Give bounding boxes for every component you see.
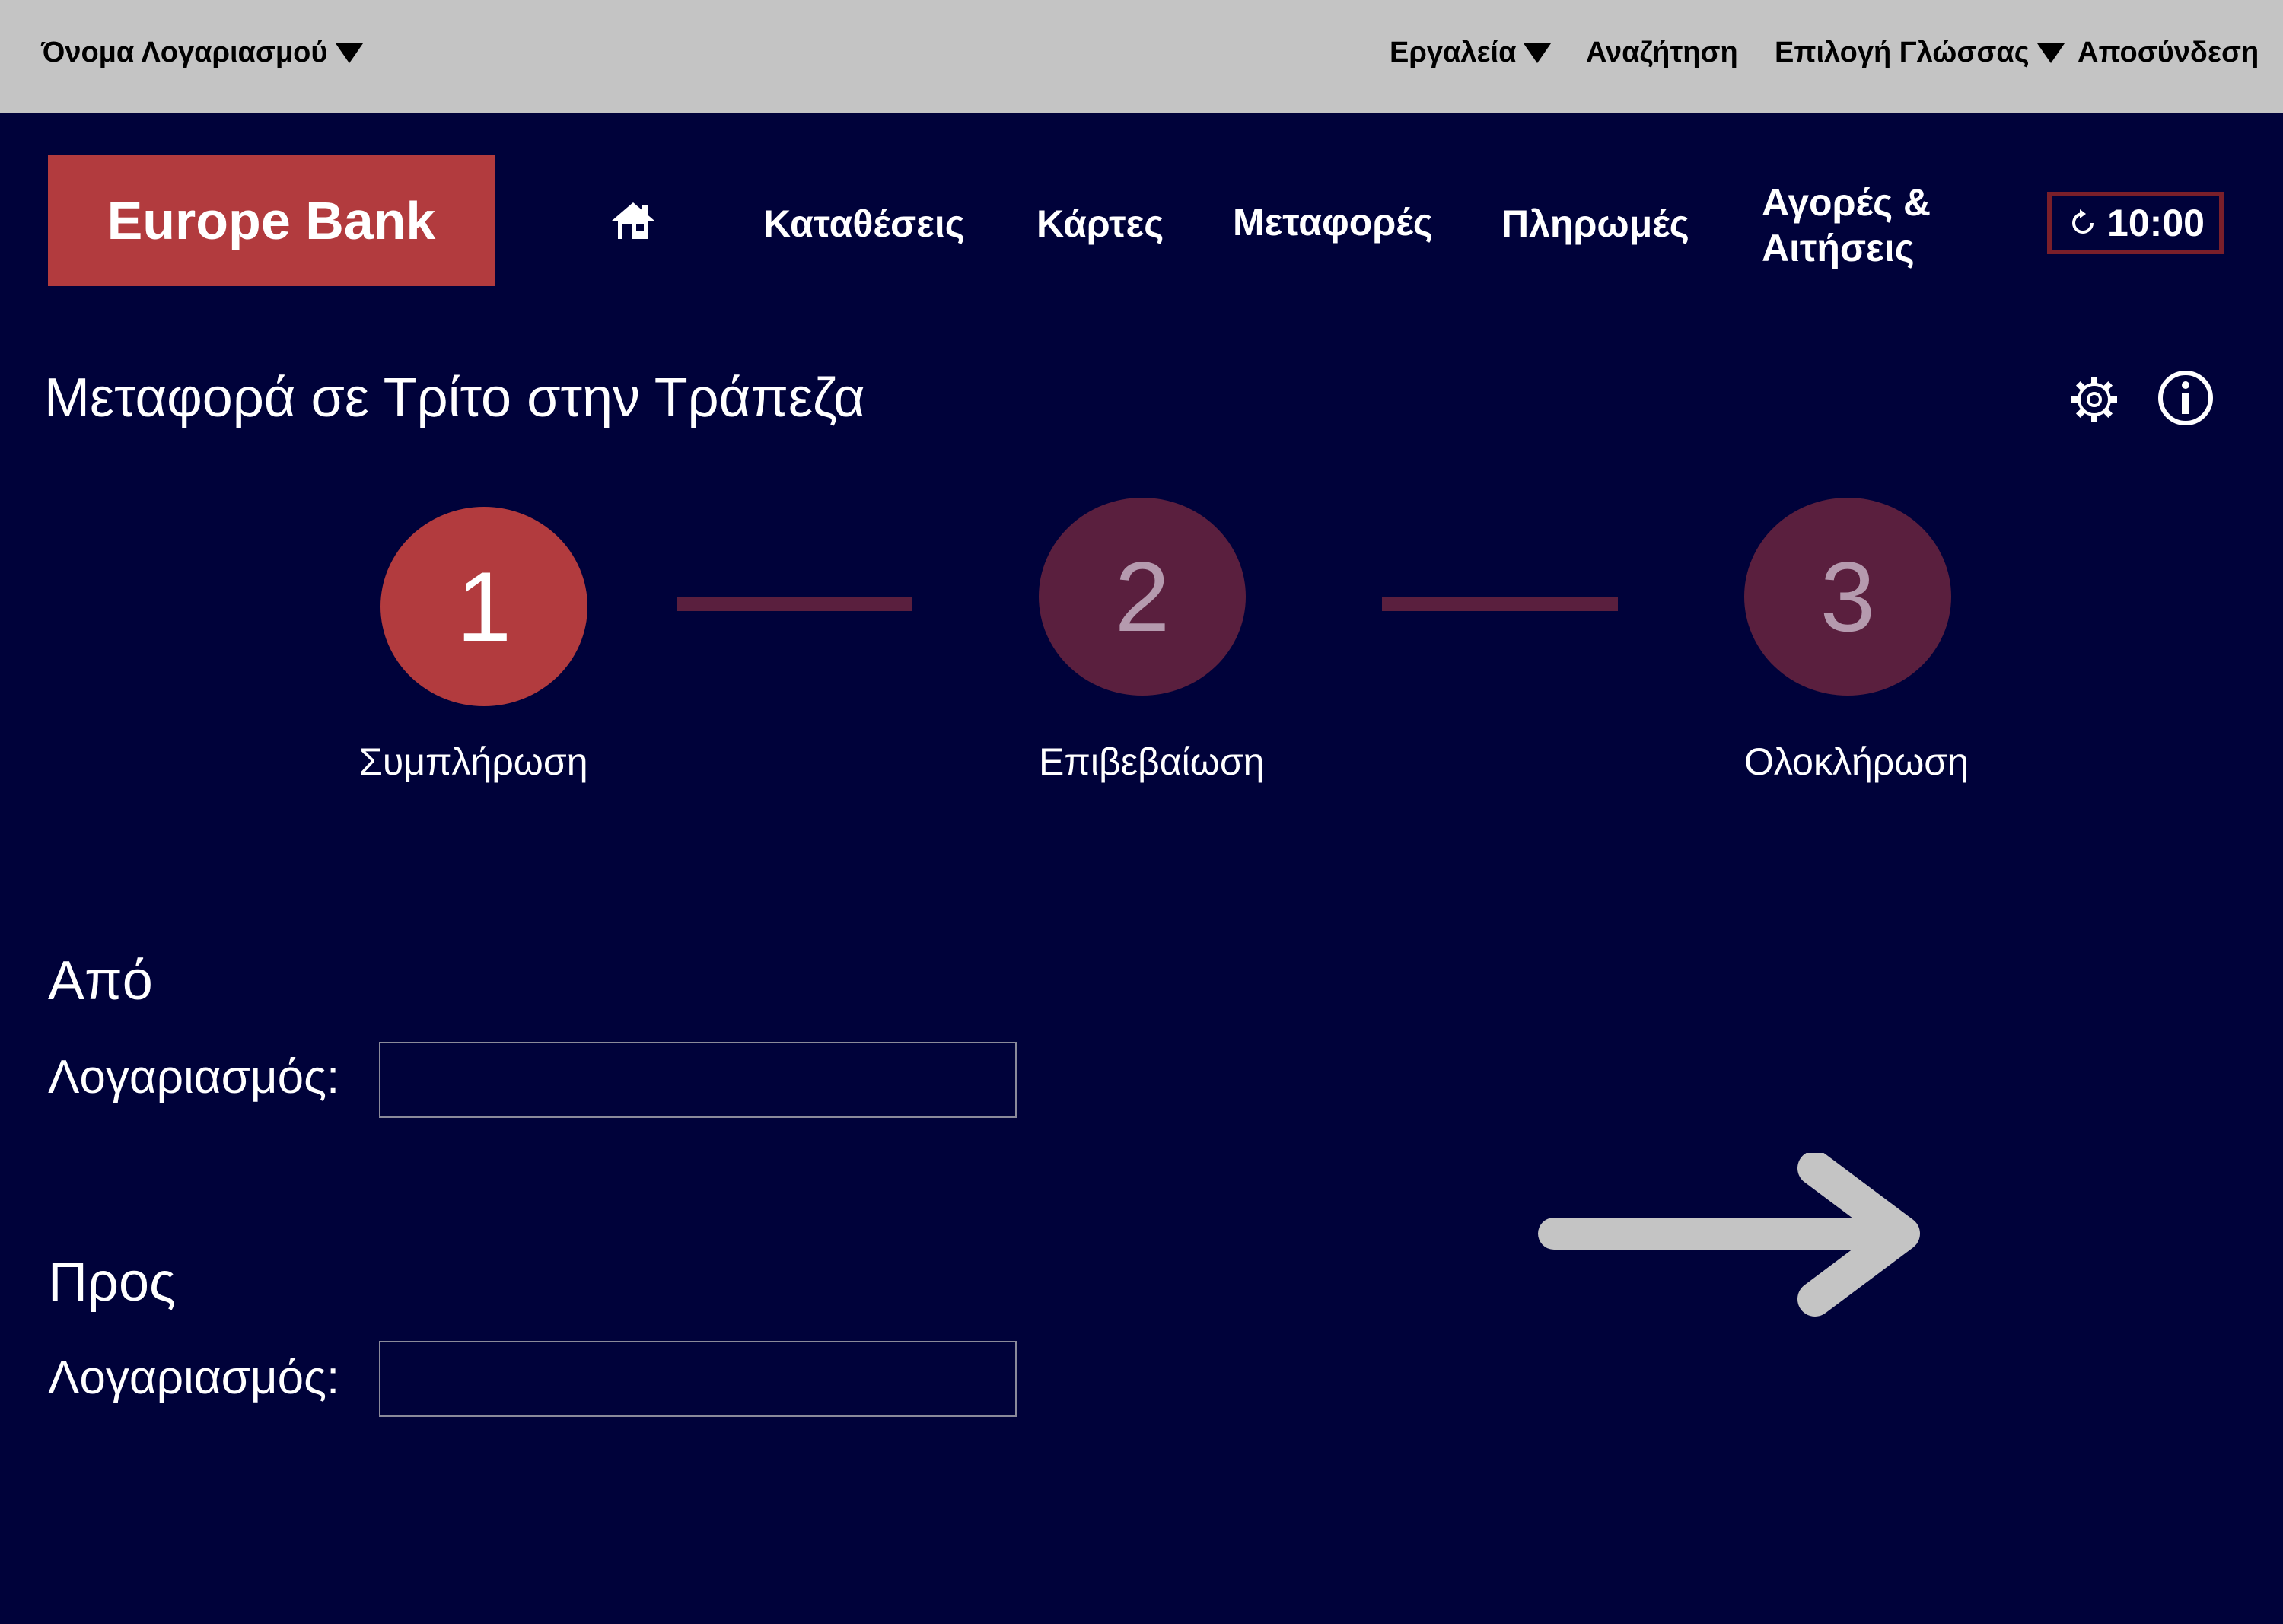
chevron-down-icon: [335, 43, 363, 63]
step-2-label: Επιβεβαίωση: [1039, 740, 1265, 783]
from-account-input[interactable]: [379, 1042, 1017, 1118]
settings-gear-icon[interactable]: [2067, 372, 2122, 427]
step-connector: [1382, 597, 1618, 611]
nav-cards[interactable]: Κάρτες: [1036, 201, 1164, 247]
info-icon[interactable]: [2157, 369, 2215, 427]
step-3-circle: 3: [1744, 498, 1951, 696]
tools-label: Εργαλεία: [1390, 37, 1517, 68]
brand-name: Europe Bank: [107, 191, 436, 250]
page-title: Μεταφορά σε Τρίτο στην Τράπεζα: [44, 368, 865, 428]
session-timer-value: 10:00: [2107, 202, 2205, 244]
nav-purchases-applications[interactable]: Αγορές & Αιτήσεις: [1762, 180, 1931, 271]
to-account-label: Λογαριασμός:: [48, 1352, 340, 1404]
search-link[interactable]: Αναζήτηση: [1586, 37, 1738, 69]
brand-logo[interactable]: Europe Bank: [48, 155, 495, 286]
search-label: Αναζήτηση: [1586, 37, 1738, 68]
nav-transfers[interactable]: Μεταφορές: [1233, 199, 1433, 245]
step-connector: [677, 597, 912, 611]
top-utility-bar: Όνομα Λογαριασμού Εργαλεία Αναζήτηση Επι…: [0, 0, 2283, 113]
from-section-title: Από: [48, 951, 153, 1011]
nav-deposits[interactable]: Καταθέσεις: [763, 201, 965, 247]
logout-label: Αποσύνδεση: [2078, 37, 2259, 68]
nav-home[interactable]: [609, 199, 658, 252]
home-icon: [612, 202, 654, 239]
refresh-icon: [2072, 209, 2094, 234]
nav-purchases-line1: Αγορές &: [1762, 181, 1931, 224]
from-account-label: Λογαριασμός:: [48, 1051, 340, 1103]
next-arrow-button[interactable]: [1537, 1153, 1933, 1320]
nav-payments[interactable]: Πληρωμές: [1501, 201, 1689, 247]
nav-purchases-line2: Αιτήσεις: [1762, 227, 1915, 269]
account-name-dropdown[interactable]: Όνομα Λογαριασμού: [41, 37, 363, 69]
to-section-title: Προς: [48, 1252, 176, 1313]
tools-dropdown[interactable]: Εργαλεία: [1390, 37, 1552, 69]
step-1-label: Συμπλήρωση: [359, 740, 588, 783]
step-2-circle: 2: [1039, 498, 1246, 696]
step-3-label: Ολοκλήρωση: [1744, 740, 1969, 783]
chevron-down-icon: [1524, 43, 1552, 63]
language-label: Επιλογή Γλώσσας: [1775, 37, 2030, 68]
to-account-input[interactable]: [379, 1341, 1017, 1417]
session-timer[interactable]: 10:00: [2047, 192, 2224, 254]
language-dropdown[interactable]: Επιλογή Γλώσσας: [1775, 37, 2065, 69]
logout-link[interactable]: Αποσύνδεση: [2078, 37, 2259, 69]
account-name-label: Όνομα Λογαριασμού: [41, 37, 328, 68]
chevron-down-icon: [2036, 43, 2065, 63]
step-1-circle: 1: [380, 507, 587, 706]
